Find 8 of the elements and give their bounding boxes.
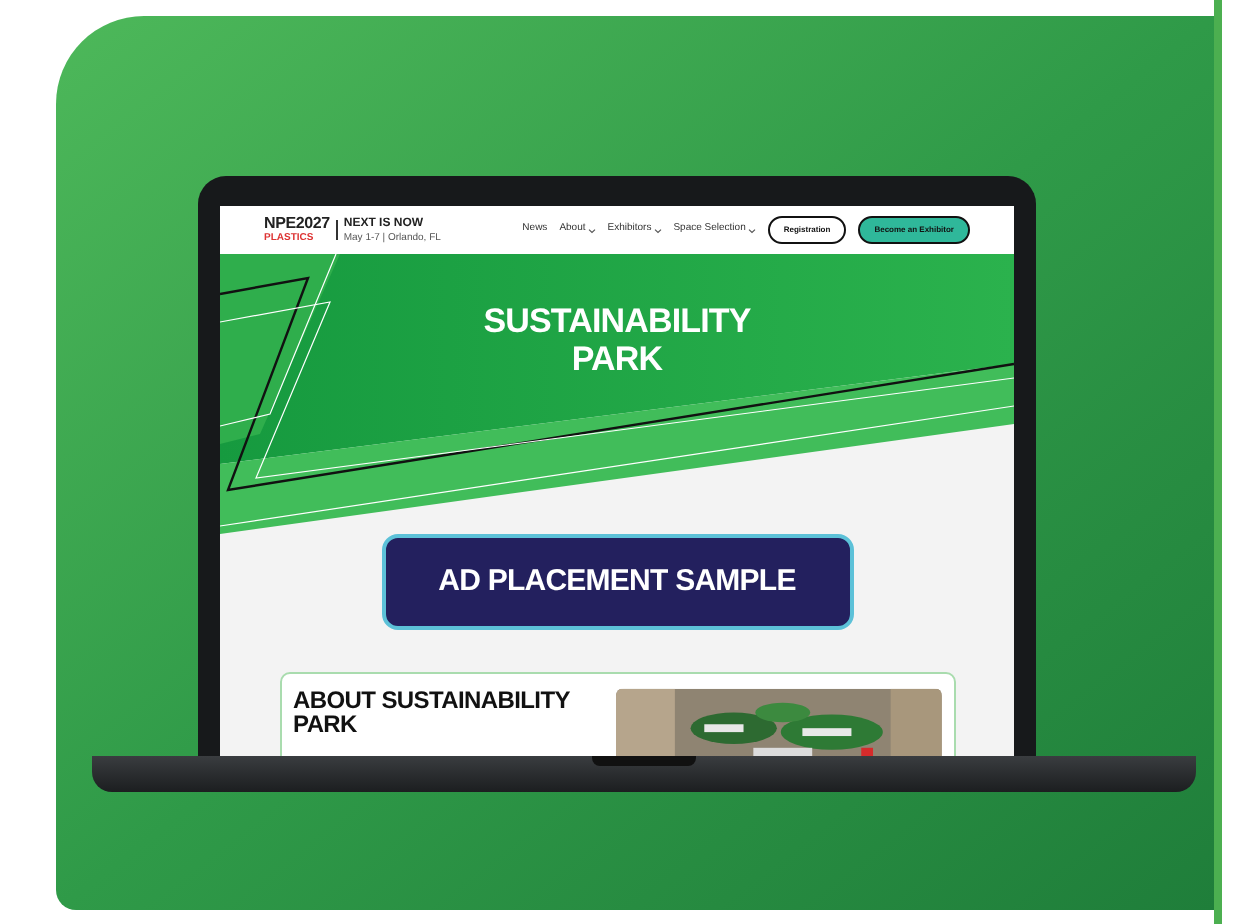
brand-logo-text: NPE2027 (264, 216, 330, 232)
hero-title: SUSTAINABILITY (483, 302, 751, 340)
chevron-down-icon (653, 227, 662, 233)
hero-title: PARK (571, 340, 663, 378)
chevron-down-icon (587, 227, 596, 233)
about-heading: ABOUT SUSTAINABILITY PARK (293, 688, 572, 742)
chevron-down-icon (747, 227, 756, 233)
ad-placement-banner[interactable]: AD PLACEMENT SAMPLE (381, 534, 853, 630)
